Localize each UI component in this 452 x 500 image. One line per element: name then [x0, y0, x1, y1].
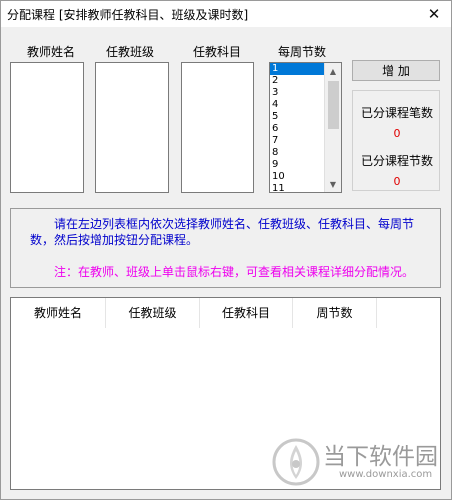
weekly-periods-item[interactable]: 3	[270, 87, 326, 99]
downxia-logo-icon	[272, 438, 320, 486]
grid-header-teacher[interactable]: 教师姓名	[11, 298, 106, 328]
weekly-periods-items: 1 2 3 4 5 6 7 8 9 10 11	[270, 63, 326, 192]
weekly-periods-label: 每周节数	[278, 45, 327, 59]
assigned-periods-label: 已分课程节数	[361, 154, 434, 168]
scroll-down-arrow-icon[interactable]: ▼	[325, 176, 341, 192]
subject-label: 任教科目	[193, 45, 242, 59]
class-listbox[interactable]	[95, 62, 169, 193]
weekly-periods-item[interactable]: 8	[270, 147, 326, 159]
subject-listbox[interactable]	[181, 62, 254, 193]
teacher-name-label: 教师姓名	[27, 45, 76, 59]
weekly-periods-item[interactable]: 5	[270, 111, 326, 123]
grid-header-subject[interactable]: 任教科目	[200, 298, 293, 328]
weekly-periods-item[interactable]: 6	[270, 123, 326, 135]
grid-header-row: 教师姓名 任教班级 任教科目 周节数	[11, 298, 440, 328]
stats-panel: 已分课程笔数 0 已分课程节数 0	[352, 90, 440, 191]
watermark-name: 当下软件园	[323, 444, 438, 470]
instruction-text: 请在左边列表框内依次选择教师姓名、任教班级、任教科目、每周节数，然后按增加按钮分…	[30, 217, 415, 247]
scroll-thumb[interactable]	[328, 81, 339, 129]
weekly-periods-item[interactable]: 4	[270, 99, 326, 111]
weekly-periods-item[interactable]: 9	[270, 159, 326, 171]
weekly-periods-scrollbar[interactable]: ▲ ▼	[324, 63, 341, 192]
grid-header-weekly[interactable]: 周节数	[293, 298, 377, 328]
note-text: 注：在教师、班级上单击鼠标右键，可查看相关课程详细分配情况。	[54, 265, 415, 279]
weekly-periods-item[interactable]: 2	[270, 75, 326, 87]
weekly-periods-item[interactable]: 11	[270, 183, 326, 192]
grid-header-class[interactable]: 任教班级	[106, 298, 200, 328]
assigned-count-value: 0	[393, 127, 401, 140]
scroll-up-arrow-icon[interactable]: ▲	[325, 63, 341, 79]
weekly-periods-item[interactable]: 7	[270, 135, 326, 147]
course-assignment-grid[interactable]: 教师姓名 任教班级 任教科目 周节数 当下软件园 www.downxia.com	[10, 297, 441, 490]
window-title: 分配课程 [安排教师任教科目、班级及课时数]	[7, 8, 249, 22]
watermark-url: www.downxia.com	[339, 469, 433, 480]
close-button[interactable]: ✕	[419, 2, 449, 26]
weekly-periods-item[interactable]: 1	[270, 63, 326, 75]
assigned-count-label: 已分课程笔数	[361, 106, 434, 120]
instructions-panel: 请在左边列表框内依次选择教师姓名、任教班级、任教科目、每周节数，然后按增加按钮分…	[10, 208, 441, 288]
close-icon: ✕	[427, 5, 441, 23]
watermark: 当下软件园 www.downxia.com	[271, 433, 443, 491]
assigned-periods-value: 0	[393, 175, 401, 188]
add-button[interactable]: 增 加	[352, 60, 440, 81]
teacher-listbox[interactable]	[10, 62, 84, 193]
weekly-periods-item[interactable]: 10	[270, 171, 326, 183]
title-bar: 分配课程 [安排教师任教科目、班级及课时数] ✕	[1, 1, 451, 27]
weekly-periods-listbox[interactable]: 1 2 3 4 5 6 7 8 9 10 11 ▲ ▼	[269, 62, 342, 193]
class-label: 任教班级	[106, 45, 155, 59]
